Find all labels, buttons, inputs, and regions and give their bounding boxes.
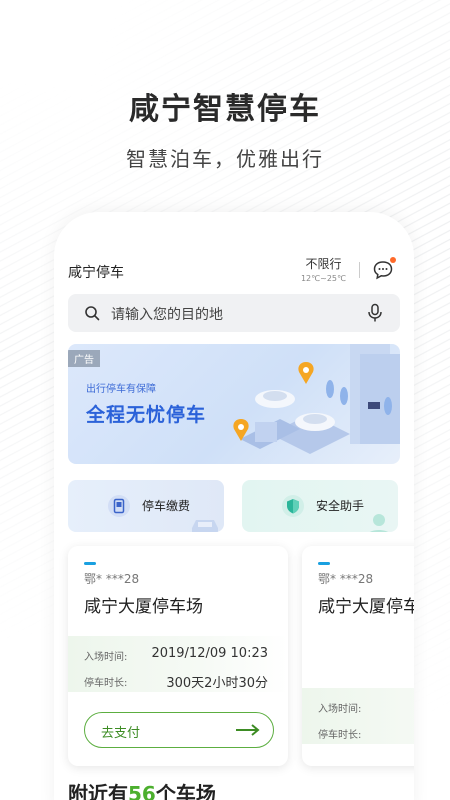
app-header: 咸宁停车 不限行 12℃~25℃ <box>68 254 400 284</box>
banner-subtitle: 出行停车有保障 <box>86 384 156 395</box>
parking-payment-button[interactable]: 停车缴费 <box>68 480 224 532</box>
parking-info-panel: 入场时间: 2019/12/09 10:23 停车时长: 300天2小时30分 <box>68 636 288 692</box>
safety-assistant-label: 安全助手 <box>316 499 365 513</box>
entry-time-value: 2019/12/09 10:23 <box>151 646 268 661</box>
shield-icon <box>282 495 304 517</box>
entry-time-label: 入场时间: <box>318 704 362 715</box>
car-decoration-icon <box>192 520 218 532</box>
duration-label: 停车时长: <box>318 730 362 741</box>
parking-record-card[interactable]: 鄂* ***28 咸宁大厦停车场 入场时间: 停车时长: <box>302 546 414 766</box>
parking-lot-name: 咸宁大厦停车场 <box>318 597 414 617</box>
card-accent-bar <box>318 562 330 565</box>
temperature-label: 12℃~25℃ <box>300 274 346 283</box>
microphone-icon[interactable] <box>366 303 384 323</box>
entry-time-label: 入场时间: <box>84 652 128 663</box>
nearby-suffix: 个车场 <box>155 782 216 800</box>
license-plate: 鄂* ***28 <box>318 572 374 586</box>
safety-assistant-button[interactable]: 安全助手 <box>242 480 398 532</box>
duration-label: 停车时长: <box>84 678 128 689</box>
nearby-count: 56 <box>128 782 156 800</box>
traffic-restriction[interactable]: 不限行 12℃~25℃ <box>301 255 346 283</box>
parking-record-card[interactable]: 鄂* ***28 咸宁大厦停车场 入场时间: 2019/12/09 10:23 … <box>68 546 288 766</box>
hero-subtitle: 智慧泊车，优雅出行 <box>126 147 324 171</box>
search-input[interactable]: 请输入您的目的地 <box>111 304 223 324</box>
header-divider <box>359 262 360 278</box>
nearby-lots-heading: 附近有56个车场 <box>68 778 216 800</box>
assistant-decoration-icon <box>370 514 388 532</box>
ad-banner[interactable]: 广告 出行停车有保障 全程无忧停车 <box>68 344 400 464</box>
arrow-right-icon <box>236 724 260 736</box>
restriction-label: 不限行 <box>305 257 342 271</box>
card-accent-bar <box>84 562 96 565</box>
duration-row: 停车时长: <box>318 722 414 742</box>
parking-payment-label: 停车缴费 <box>142 499 191 513</box>
parking-lot-name: 咸宁大厦停车场 <box>84 597 203 617</box>
banner-title: 全程无忧停车 <box>86 404 207 426</box>
app-name: 咸宁停车 <box>68 265 124 281</box>
search-bar[interactable]: 请输入您的目的地 <box>68 294 400 332</box>
duration-value: 300天2小时30分 <box>166 676 268 691</box>
ad-tag: 广告 <box>68 350 100 367</box>
duration-row: 停车时长: 300天2小时30分 <box>84 670 276 691</box>
entry-time-row: 入场时间: <box>318 696 414 716</box>
pay-button-label: 去支付 <box>101 726 141 741</box>
search-icon <box>84 305 100 321</box>
notification-dot <box>390 257 396 263</box>
phone-frame: 咸宁停车 不限行 12℃~25℃ 请输入您的目的地 广告 出行停车有保障 全程无… <box>54 212 414 800</box>
entry-time-row: 入场时间: 2019/12/09 10:23 <box>84 644 276 664</box>
parking-info-panel: 入场时间: 停车时长: <box>302 688 414 744</box>
city-parking-illustration <box>233 344 400 454</box>
parking-payment-icon <box>108 495 130 517</box>
hero-title: 咸宁智慧停车 <box>129 92 321 127</box>
nearby-prefix: 附近有 <box>68 782 128 800</box>
license-plate: 鄂* ***28 <box>84 572 140 586</box>
pay-button[interactable]: 去支付 <box>84 712 274 748</box>
